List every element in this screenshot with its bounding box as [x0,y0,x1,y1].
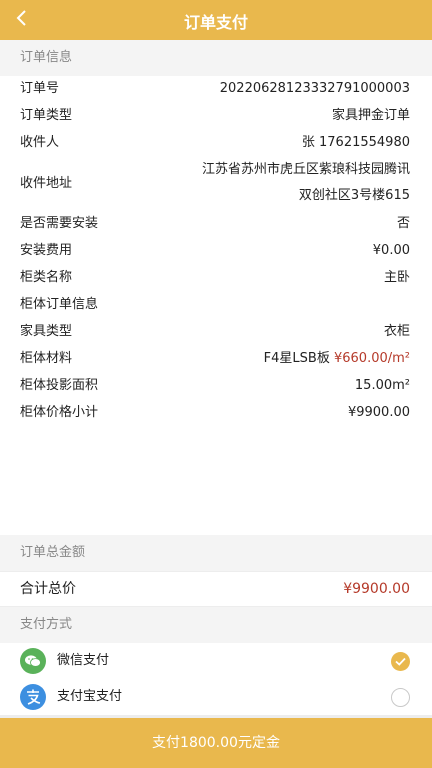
order-info-panel: 订单号 20220628123332791000003 订单类型 家具押金订单 … [0,76,432,535]
wechat-pay-label: 微信支付 [57,653,110,668]
section-header-payment: 支付方式 [0,607,432,643]
material-unit-price: ¥660.00/m² [333,351,410,366]
radio-wechat-selected[interactable] [391,652,410,671]
grand-total-label: 合计总价 [20,581,76,597]
check-icon [395,657,406,666]
order-type-value: 家具押金订单 [331,108,410,123]
row-projection-area: 柜体投影面积 15.00m² [0,373,432,399]
furniture-type-value: 衣柜 [383,324,410,339]
radio-alipay[interactable] [391,688,410,707]
row-cabinet-material: 柜体材料 F4星LSB板 ¥660.00/m² [0,346,432,372]
page-title: 订单支付 [183,13,248,32]
cabinet-material-value: F4星LSB板 ¥660.00/m² [264,346,410,372]
row-need-install: 是否需要安装 否 [0,211,432,237]
alipay-label: 支付宝支付 [57,689,123,704]
nav-bar: 订单支付 [0,0,432,40]
address-line-2: 双创社区3号楼615 [298,188,410,203]
row-label: 收件地址 [20,176,73,191]
row-cabinet-name: 柜类名称 主卧 [0,265,432,291]
row-label: 柜体材料 [20,351,73,366]
row-furniture-type: 家具类型 衣柜 [0,319,432,345]
row-label: 家具类型 [20,324,73,339]
row-grand-total: 合计总价 ¥9900.00 [0,572,432,606]
row-order-type: 订单类型 家具押金订单 [0,103,432,129]
row-recipient: 收件人 张 17621554980 [0,130,432,156]
cabinet-subtotal-value: ¥9900.00 [347,405,410,420]
payment-methods: 微信支付 支付宝支付 [0,643,432,715]
row-address: 收件地址 江苏省苏州市虎丘区紫琅科技园腾讯 双创社区3号楼615 [0,157,432,211]
need-install-value: 否 [396,216,410,231]
order-number-value: 20220628123332791000003 [219,81,410,96]
row-label: 柜体订单信息 [20,297,99,312]
address-line-1: 江苏省苏州市虎丘区紫琅科技园腾讯 [201,162,410,177]
row-label: 柜体价格小计 [20,405,99,420]
address-value: 江苏省苏州市虎丘区紫琅科技园腾讯 双创社区3号楼615 [202,157,410,209]
row-cabinet-order-info: 柜体订单信息 [0,292,432,318]
material-name: F4星LSB板 [263,351,330,366]
section-header-order-total: 订单总金额 [0,535,432,571]
alipay-icon [20,684,46,710]
section-header-order-info: 订单信息 [0,40,432,76]
row-order-number: 订单号 20220628123332791000003 [0,76,432,102]
row-label: 订单类型 [20,108,73,123]
recipient-value: 张 17621554980 [301,135,410,150]
row-cabinet-subtotal: 柜体价格小计 ¥9900.00 [0,400,432,426]
payment-option-wechat[interactable]: 微信支付 [0,643,432,679]
grand-total-value: ¥9900.00 [343,581,410,597]
pay-deposit-button[interactable]: 支付1800.00元定金 [0,718,432,768]
row-label: 安装费用 [20,243,73,258]
row-label: 收件人 [20,135,60,150]
row-label: 柜类名称 [20,270,73,285]
projection-area-value: 15.00m² [354,378,410,393]
wechat-icon [20,648,46,674]
row-install-fee: 安装费用 ¥0.00 [0,238,432,264]
install-fee-value: ¥0.00 [372,243,410,258]
row-label: 是否需要安装 [20,216,99,231]
row-label: 订单号 [20,81,60,96]
payment-option-alipay[interactable]: 支付宝支付 [0,679,432,715]
row-label: 柜体投影面积 [20,378,99,393]
cabinet-name-value: 主卧 [383,270,410,285]
